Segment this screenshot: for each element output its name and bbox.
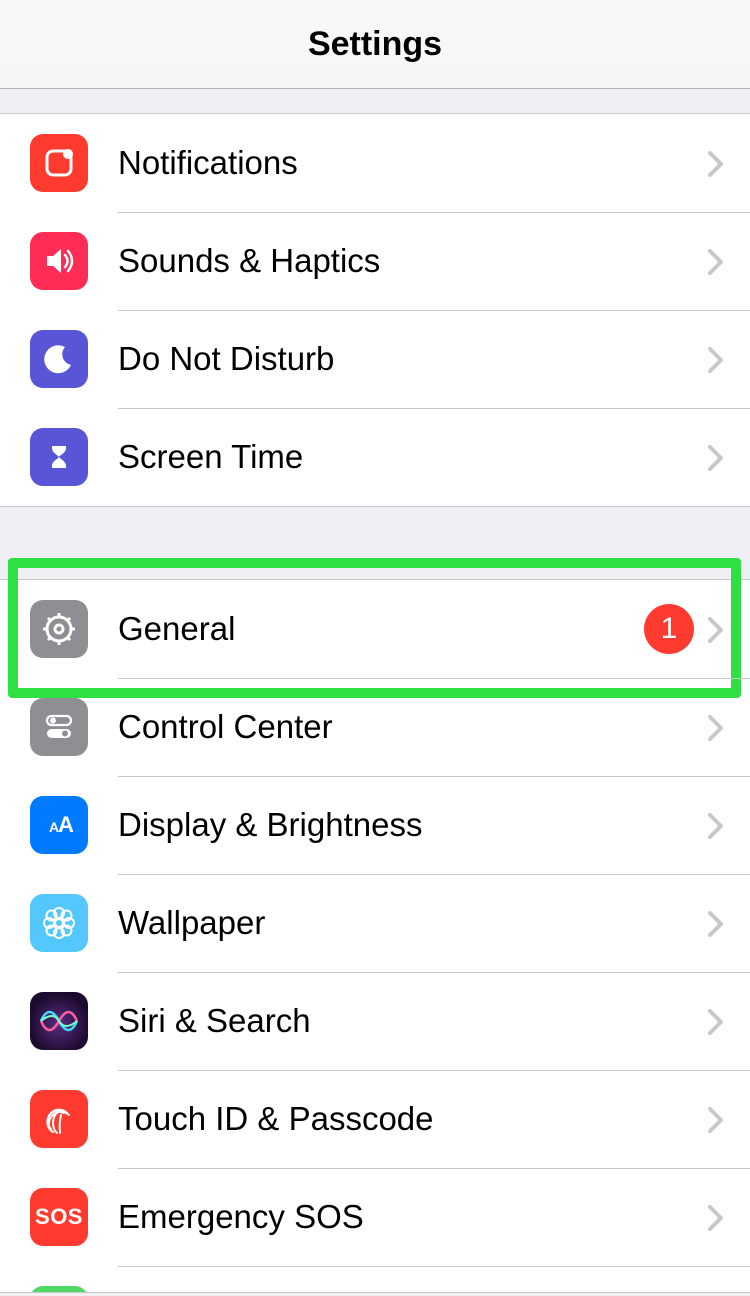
row-label: Wallpaper bbox=[118, 904, 708, 942]
row-display[interactable]: AA Display & Brightness bbox=[0, 776, 750, 874]
chevron-right-icon bbox=[708, 1009, 732, 1033]
hourglass-icon bbox=[30, 428, 88, 486]
notifications-icon bbox=[30, 134, 88, 192]
chevron-right-icon bbox=[708, 1205, 732, 1229]
row-siri[interactable]: Siri & Search bbox=[0, 972, 750, 1070]
fingerprint-icon bbox=[30, 1090, 88, 1148]
section-spacer bbox=[0, 89, 750, 113]
row-general[interactable]: General 1 bbox=[0, 580, 750, 678]
row-screen-time[interactable]: Screen Time bbox=[0, 408, 750, 506]
row-emergency-sos[interactable]: SOS Emergency SOS bbox=[0, 1168, 750, 1266]
gear-icon bbox=[30, 600, 88, 658]
flower-icon bbox=[30, 894, 88, 952]
chevron-right-icon bbox=[708, 445, 732, 469]
next-icon bbox=[30, 1286, 88, 1292]
chevron-right-icon bbox=[708, 347, 732, 371]
svg-text:A: A bbox=[58, 812, 74, 837]
row-next-partial[interactable] bbox=[0, 1266, 750, 1292]
row-label: Do Not Disturb bbox=[118, 340, 708, 378]
chevron-right-icon bbox=[708, 617, 732, 641]
chevron-right-icon bbox=[708, 1107, 732, 1131]
section-spacer bbox=[0, 507, 750, 579]
row-notifications[interactable]: Notifications bbox=[0, 114, 750, 212]
row-label: Notifications bbox=[118, 144, 708, 182]
settings-group-2: General 1 Control Center AA Display & Br… bbox=[0, 579, 750, 1293]
row-do-not-disturb[interactable]: Do Not Disturb bbox=[0, 310, 750, 408]
moon-icon bbox=[30, 330, 88, 388]
siri-icon bbox=[30, 992, 88, 1050]
row-control-center[interactable]: Control Center bbox=[0, 678, 750, 776]
nav-bar: Settings bbox=[0, 0, 750, 89]
row-label: Control Center bbox=[118, 708, 708, 746]
row-touch-id[interactable]: Touch ID & Passcode bbox=[0, 1070, 750, 1168]
speaker-icon bbox=[30, 232, 88, 290]
chevron-right-icon bbox=[708, 813, 732, 837]
chevron-right-icon bbox=[708, 715, 732, 739]
chevron-right-icon bbox=[708, 151, 732, 175]
chevron-right-icon bbox=[708, 249, 732, 273]
row-label: Emergency SOS bbox=[118, 1198, 708, 1236]
sos-text: SOS bbox=[35, 1204, 83, 1230]
notification-badge: 1 bbox=[644, 604, 694, 654]
switches-icon bbox=[30, 698, 88, 756]
row-label: Display & Brightness bbox=[118, 806, 708, 844]
row-label: General bbox=[118, 610, 644, 648]
row-sounds[interactable]: Sounds & Haptics bbox=[0, 212, 750, 310]
chevron-right-icon bbox=[708, 911, 732, 935]
row-label: Screen Time bbox=[118, 438, 708, 476]
row-label: Touch ID & Passcode bbox=[118, 1100, 708, 1138]
row-label: Sounds & Haptics bbox=[118, 242, 708, 280]
page-title: Settings bbox=[308, 25, 442, 64]
settings-group-1: Notifications Sounds & Haptics Do Not Di… bbox=[0, 113, 750, 507]
row-wallpaper[interactable]: Wallpaper bbox=[0, 874, 750, 972]
row-label: Siri & Search bbox=[118, 1002, 708, 1040]
text-size-icon: AA bbox=[30, 796, 88, 854]
sos-icon: SOS bbox=[30, 1188, 88, 1246]
